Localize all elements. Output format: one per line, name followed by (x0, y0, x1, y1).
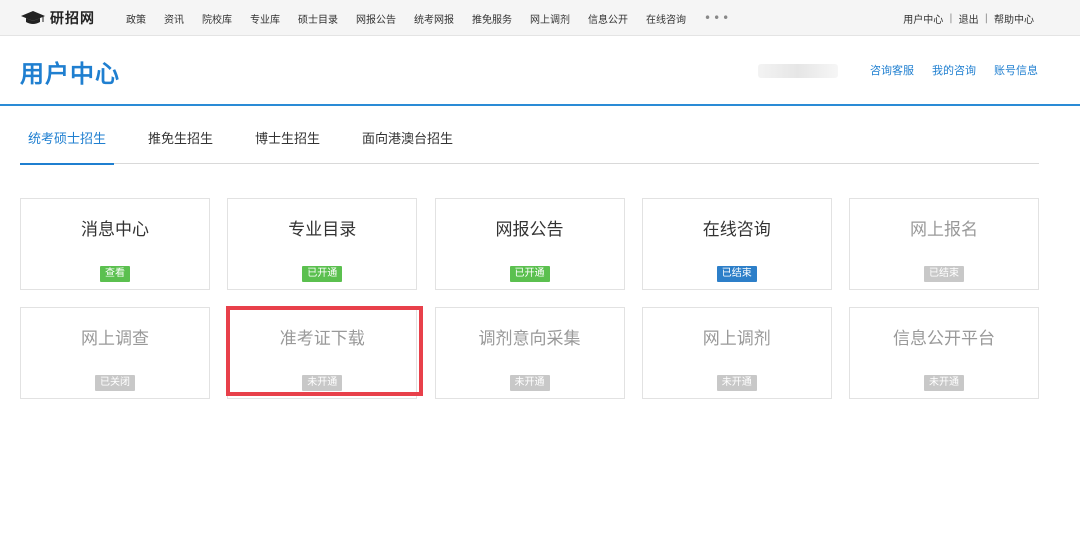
user-center-link[interactable]: 用户中心 (903, 11, 943, 26)
status-badge: 未开通 (716, 375, 757, 391)
card-message-center[interactable]: 消息中心 查看 (20, 198, 210, 290)
status-badge: 已结束 (716, 266, 757, 282)
card-adjustment-intent[interactable]: 调剂意向采集 未开通 (434, 307, 625, 399)
account-info-link[interactable]: 账号信息 (994, 62, 1038, 78)
top-nav-bar: 研招网 政策 资讯 院校库 专业库 硕士目录 网报公告 统考网报 推免服务 网上… (0, 0, 1080, 36)
nav-item-online-consult[interactable]: 在线咨询 (646, 11, 686, 26)
status-badge: 已开通 (509, 266, 550, 282)
tab-unified-master[interactable]: 统考硕士招生 (20, 122, 115, 165)
status-badge: 未开通 (509, 375, 550, 391)
nav-item-registration-notice[interactable]: 网报公告 (356, 11, 396, 26)
support-link[interactable]: 咨询客服 (870, 62, 914, 78)
page-title: 用户中心 (20, 60, 120, 88)
card-title: 网上调剂 (702, 329, 771, 349)
site-logo[interactable]: 研招网 (20, 8, 95, 28)
card-registration-notice[interactable]: 网报公告 已开通 (434, 198, 625, 290)
help-center-link[interactable]: 帮助中心 (994, 11, 1034, 26)
card-title: 信息公开平台 (893, 329, 995, 349)
nav-item-majors[interactable]: 专业库 (250, 11, 280, 26)
graduation-cap-icon (21, 11, 45, 24)
separator: | (949, 12, 953, 24)
card-online-registration[interactable]: 网上报名 已结束 (849, 198, 1039, 290)
card-online-consult[interactable]: 在线咨询 已结束 (641, 198, 832, 290)
card-admission-ticket-download[interactable]: 准考证下载 未开通 (227, 307, 418, 399)
card-title: 调剂意向采集 (478, 329, 581, 349)
tab-exemption[interactable]: 推免生招生 (140, 122, 221, 164)
nav-item-policy[interactable]: 政策 (126, 11, 146, 26)
status-badge: 已结束 (924, 266, 964, 282)
card-online-adjustment[interactable]: 网上调剂 未开通 (641, 307, 832, 399)
card-title: 专业目录 (288, 220, 357, 240)
blurred-username (758, 64, 838, 78)
card-title: 在线咨询 (702, 220, 771, 240)
card-info-disclosure-platform[interactable]: 信息公开平台 未开通 (849, 307, 1039, 399)
main-nav: 政策 资讯 院校库 专业库 硕士目录 网报公告 统考网报 推免服务 网上调剂 信… (126, 0, 731, 36)
separator: | (984, 12, 988, 24)
card-title: 准考证下载 (279, 329, 365, 349)
nav-item-news[interactable]: 资讯 (164, 11, 184, 26)
card-online-survey[interactable]: 网上调查 已关闭 (20, 307, 210, 399)
card-title: 网上报名 (910, 220, 978, 240)
status-badge: 查看 (100, 266, 130, 282)
nav-item-online-adjustment[interactable]: 网上调剂 (530, 11, 570, 26)
top-user-links: 用户中心 | 退出 | 帮助中心 (903, 0, 1034, 36)
more-menu-icon[interactable]: ••• (704, 11, 731, 25)
header-links: 咨询客服 我的咨询 账号信息 (852, 62, 1038, 78)
status-badge: 未开通 (924, 375, 964, 391)
page-header: 用户中心 咨询客服 我的咨询 账号信息 (0, 36, 1080, 106)
nav-item-exemption-service[interactable]: 推免服务 (472, 11, 512, 26)
nav-item-schools[interactable]: 院校库 (202, 11, 232, 26)
nav-item-master-catalog[interactable]: 硕士目录 (298, 11, 338, 26)
status-badge: 已关闭 (95, 375, 135, 391)
card-title: 网报公告 (495, 220, 564, 240)
card-title: 消息中心 (81, 220, 149, 240)
tab-doctoral[interactable]: 博士生招生 (247, 122, 328, 164)
status-badge: 未开通 (302, 375, 343, 391)
tab-hk-macau-taiwan[interactable]: 面向港澳台招生 (354, 122, 461, 164)
my-consultations-link[interactable]: 我的咨询 (932, 62, 976, 78)
card-major-catalog[interactable]: 专业目录 已开通 (227, 198, 418, 290)
logo-text: 研招网 (50, 11, 95, 27)
logout-link[interactable]: 退出 (959, 11, 979, 26)
card-title: 网上调查 (81, 329, 149, 349)
nav-item-exam-registration[interactable]: 统考网报 (414, 11, 454, 26)
enrollment-tabs: 统考硕士招生 推免生招生 博士生招生 面向港澳台招生 (20, 122, 1039, 165)
nav-item-info-disclosure[interactable]: 信息公开 (588, 11, 628, 26)
status-badge: 已开通 (302, 266, 343, 282)
